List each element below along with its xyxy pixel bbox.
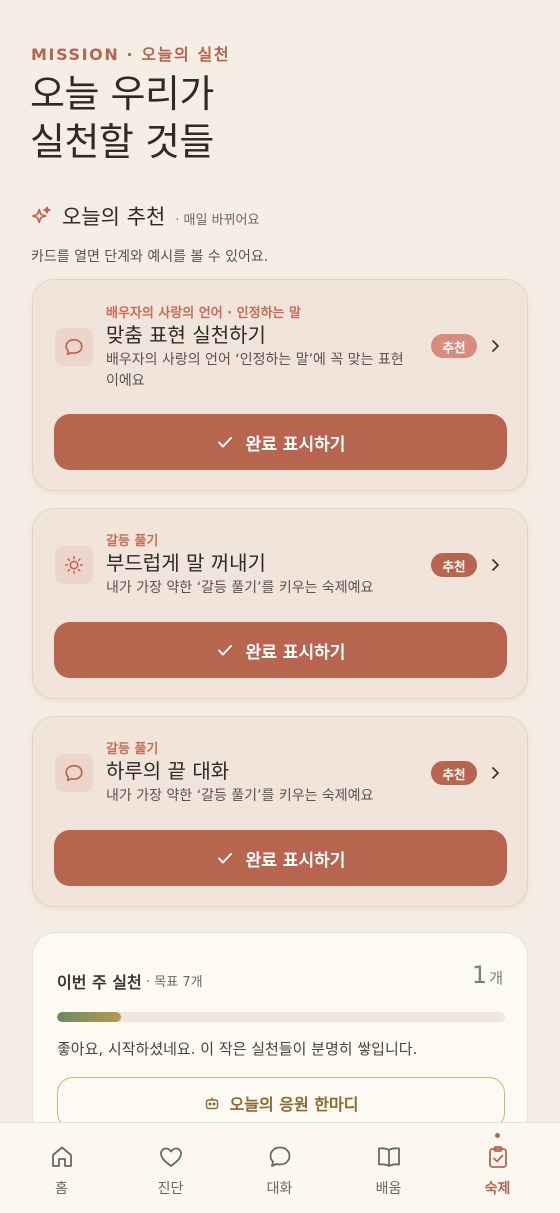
- nav-label: 숙제: [484, 1181, 511, 1197]
- card-title: 하루의 끝 대화: [106, 759, 230, 783]
- active-indicator-dot: [495, 1133, 500, 1138]
- nav-item-homework[interactable]: 숙제: [443, 1123, 552, 1213]
- weekly-goal: · 목표 7개: [146, 975, 203, 990]
- card-title: 부드럽게 말 꺼내기: [106, 551, 266, 575]
- book-icon: [377, 1147, 400, 1167]
- mission-card[interactable]: 갈등 풀기 부드럽게 말 꺼내기 내가 가장 약한 ‘갈등 풀기’를 키우는 숙…: [32, 508, 528, 699]
- complete-button[interactable]: 완료 표시하기: [54, 622, 507, 678]
- complete-button[interactable]: 완료 표시하기: [54, 414, 507, 470]
- mission-card[interactable]: 배우자의 사랑의 언어 · 인정하는 말 맞춤 표현 실천하기 배우자의 사랑의…: [32, 279, 528, 491]
- recommend-badge: 추천: [431, 334, 477, 358]
- section-subtitle: · 매일 바뀌어요: [175, 212, 260, 228]
- nav-label: 배움: [375, 1181, 402, 1197]
- card-icon-box: [55, 328, 93, 366]
- clipboard-check-icon: [488, 1146, 507, 1168]
- card-description: 내가 가장 약한 ‘갈등 풀기’를 키우는 숙제예요: [106, 580, 374, 596]
- check-icon: [217, 437, 232, 448]
- section-hint: 카드를 열면 단계와 예시를 볼 수 있어요.: [31, 249, 269, 265]
- weekly-message: 좋아요, 시작하셨네요. 이 작은 실천들이 분명히 쌓입니다.: [57, 1040, 418, 1058]
- weekly-progress-bar: [57, 1012, 505, 1022]
- robot-icon: [205, 1097, 218, 1110]
- complete-button-label: 완료 표시하기: [245, 642, 346, 663]
- chevron-right-icon[interactable]: [487, 338, 503, 354]
- title-line-1: 오늘 우리가: [30, 72, 214, 116]
- section-title: 오늘의 추천: [62, 205, 166, 229]
- nav-item-chat[interactable]: 대화: [225, 1123, 334, 1213]
- complete-button-label: 완료 표시하기: [245, 850, 346, 871]
- check-icon: [217, 645, 232, 656]
- weekly-title: 이번 주 실천: [57, 973, 142, 992]
- nav-item-learning[interactable]: 배움: [334, 1123, 443, 1213]
- nav-label: 대화: [266, 1181, 293, 1197]
- daily-cheer-label: 오늘의 응원 한마디: [229, 1095, 359, 1114]
- card-icon-box: [55, 754, 93, 792]
- chat-icon: [269, 1146, 290, 1167]
- home-icon: [51, 1146, 72, 1167]
- card-description: 내가 가장 약한 ‘갈등 풀기’를 키우는 숙제예요: [106, 788, 374, 804]
- nav-item-diagnosis[interactable]: 진단: [116, 1123, 225, 1213]
- mission-eyebrow: MISSION · 오늘의 실천: [31, 45, 231, 64]
- weekly-count-number: 1: [471, 961, 488, 989]
- card-icon-box: [55, 546, 93, 584]
- weekly-count: 1 개: [472, 961, 503, 989]
- recommend-badge: 추천: [431, 553, 477, 577]
- sparkle-icon: [31, 206, 51, 224]
- check-icon: [217, 853, 232, 864]
- nav-label: 진단: [157, 1181, 184, 1197]
- bottom-nav: 홈 진단 대화 배움 숙제: [0, 1122, 560, 1213]
- speech-bubble-icon: [65, 338, 83, 356]
- speech-bubble-icon: [65, 764, 83, 782]
- recommend-section-header: 오늘의 추천 · 매일 바뀌어요: [30, 200, 259, 232]
- page-title: 오늘 우리가 실천할 것들: [30, 70, 214, 166]
- complete-button-label: 완료 표시하기: [245, 434, 346, 455]
- card-description: 배우자의 사랑의 언어 ‘인정하는 말’에 꼭 맞는 표현이에요: [106, 352, 404, 389]
- chevron-right-icon[interactable]: [487, 557, 503, 573]
- sun-icon: [65, 556, 83, 574]
- title-line-2: 실천할 것들: [30, 120, 214, 164]
- weekly-progress-fill: [57, 1012, 122, 1022]
- mission-card[interactable]: 갈등 풀기 하루의 끝 대화 내가 가장 약한 ‘갈등 풀기’를 키우는 숙제예…: [32, 716, 528, 907]
- page: MISSION · 오늘의 실천 오늘 우리가 실천할 것들 오늘의 추천 · …: [0, 0, 560, 1213]
- nav-label: 홈: [55, 1181, 68, 1197]
- complete-button[interactable]: 완료 표시하기: [54, 830, 507, 886]
- heart-icon: [159, 1147, 182, 1167]
- recommend-badge: 추천: [431, 761, 477, 785]
- nav-item-home[interactable]: 홈: [7, 1123, 116, 1213]
- card-title: 맞춤 표현 실천하기: [106, 323, 266, 347]
- weekly-count-unit: 개: [489, 969, 503, 987]
- chevron-right-icon[interactable]: [487, 765, 503, 781]
